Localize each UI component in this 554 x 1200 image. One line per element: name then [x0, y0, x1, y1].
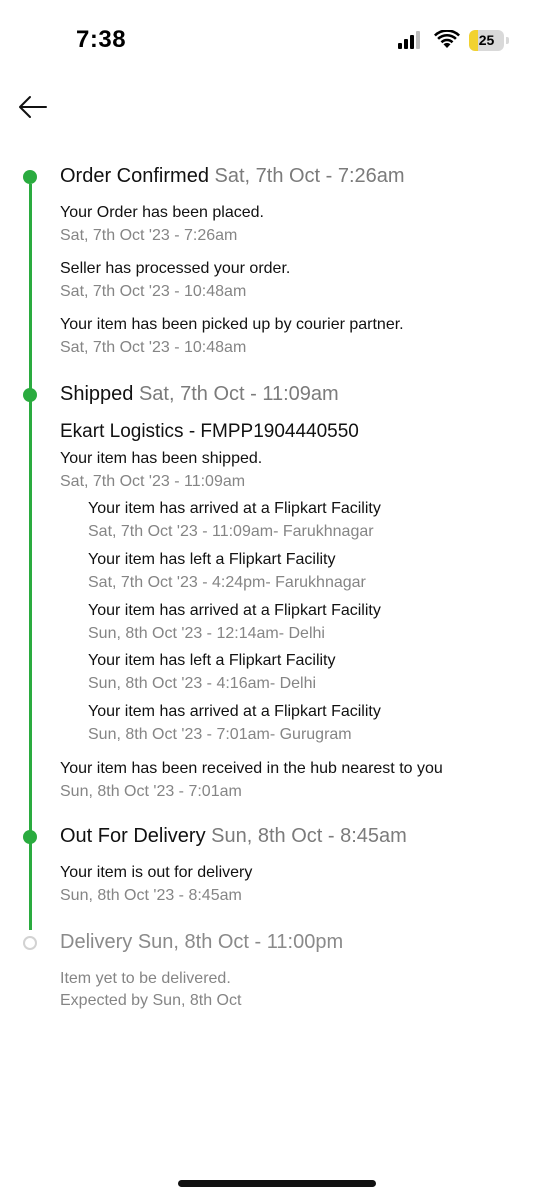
tracking-event: Your item has been shipped. Sat, 7th Oct…	[60, 450, 263, 490]
stage-title-shipped: Shipped Sat, 7th Oct - 11:09am	[60, 383, 339, 405]
facility-event: Your item has arrived at a Flipkart Faci…	[88, 500, 381, 540]
stage-title-out-for-delivery: Out For Delivery Sun, 8th Oct - 8:45am	[60, 825, 407, 847]
status-dot-shipped	[23, 388, 37, 402]
timeline-progress-line	[29, 184, 32, 930]
battery-level: 25	[478, 32, 495, 48]
delivery-pending-note: Item yet to be delivered. Expected by Su…	[60, 970, 242, 1009]
stage-title-delivery: Delivery Sun, 8th Oct - 11:00pm	[60, 931, 344, 953]
tracking-event: Seller has processed your order. Sat, 7t…	[60, 260, 291, 300]
status-dot-delivery	[23, 936, 37, 950]
facility-event: Your item has arrived at a Flipkart Faci…	[88, 602, 381, 642]
status-time: 7:38	[76, 26, 127, 53]
courier-tracking-id: Ekart Logistics - FMPP1904440550	[60, 421, 359, 442]
tracking-event: Your item has been received in the hub n…	[60, 760, 443, 800]
tracking-event: Your item is out for delivery Sun, 8th O…	[60, 864, 253, 904]
home-indicator[interactable]	[178, 1180, 376, 1187]
facility-event: Your item has left a Flipkart Facility S…	[88, 652, 336, 692]
stage-title-confirmed: Order Confirmed Sat, 7th Oct - 7:26am	[60, 165, 405, 187]
wifi-icon	[434, 30, 460, 48]
facility-event: Your item has left a Flipkart Facility S…	[88, 551, 366, 591]
cellular-signal-icon	[398, 31, 420, 49]
status-dot-out-for-delivery	[23, 830, 37, 844]
facility-event: Your item has arrived at a Flipkart Faci…	[88, 703, 381, 743]
back-arrow-icon[interactable]	[16, 92, 50, 122]
tracking-event: Your Order has been placed. Sat, 7th Oct…	[60, 204, 264, 244]
tracking-event: Your item has been picked up by courier …	[60, 316, 404, 356]
status-dot-confirmed	[23, 170, 37, 184]
status-bar: 7:38 25	[0, 0, 554, 80]
battery-icon: 25	[469, 30, 509, 51]
